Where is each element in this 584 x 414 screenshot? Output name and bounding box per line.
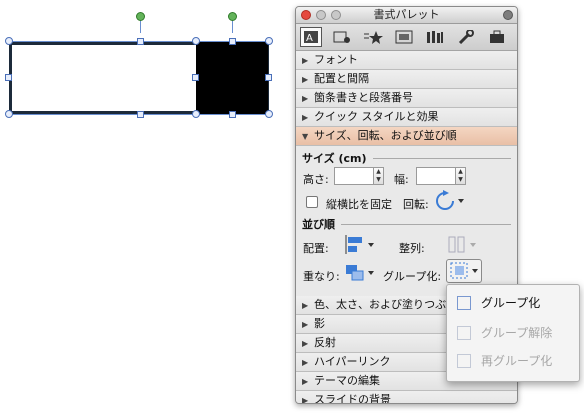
resize-handle[interactable]: [5, 110, 13, 118]
palette-titlebar[interactable]: 書式パレット: [296, 7, 517, 24]
rotate-handle[interactable]: [136, 12, 145, 21]
section-quick-styles[interactable]: ▶ クイック スタイルと効果: [296, 108, 517, 127]
width-label: 幅:: [394, 173, 409, 186]
lock-aspect-ratio-label: 縦横比を固定: [326, 198, 392, 211]
disclosure-right-icon: ▶: [302, 75, 309, 84]
section-size-rotation-order[interactable]: ▼ サイズ、回転、および並び順: [296, 127, 517, 146]
section-label: ハイパーリンク: [314, 355, 391, 368]
size-rotation-panel: サイズ (cm) 高さ: ▲ ▼ 幅: ▲ ▼ 縦横比を固定 回転: 並び順 配置:…: [296, 146, 517, 296]
section-font[interactable]: ▶ フォント: [296, 51, 517, 70]
section-label: 反射: [314, 336, 336, 349]
section-slide-background[interactable]: ▶ スライドの背景: [296, 391, 517, 404]
section-label: 色、太さ、および塗りつぶし: [314, 298, 458, 311]
disclosure-right-icon: ▶: [302, 320, 309, 329]
svg-text:A: A: [306, 33, 313, 44]
resize-handle[interactable]: [265, 74, 272, 81]
rotation-stem: [232, 20, 233, 33]
section-label: スライドの背景: [314, 393, 391, 404]
resize-handle[interactable]: [229, 111, 236, 118]
black-square-shape[interactable]: [196, 42, 268, 114]
resize-handle[interactable]: [137, 111, 144, 118]
resize-handle[interactable]: [192, 110, 200, 118]
resize-handle[interactable]: [192, 37, 200, 45]
resize-handle[interactable]: [137, 38, 144, 45]
section-label: 影: [314, 317, 325, 330]
menu-item-ungroup[interactable]: グループ解除: [447, 321, 579, 345]
minimize-icon[interactable]: [316, 10, 326, 20]
section-label: クイック スタイルと効果: [314, 110, 439, 123]
close-icon[interactable]: [301, 10, 311, 20]
lock-aspect-ratio-checkbox[interactable]: [306, 196, 318, 208]
rotation-label: 回転:: [403, 198, 429, 211]
menu-item-label: グループ化: [481, 296, 541, 310]
zoom-icon[interactable]: [331, 10, 341, 20]
divider: [372, 157, 511, 159]
align-label: 整列:: [399, 242, 425, 255]
collapse-palette-icon[interactable]: [503, 10, 513, 20]
briefcase-icon[interactable]: [486, 27, 508, 47]
disclosure-right-icon: ▶: [302, 339, 309, 348]
resize-handle[interactable]: [5, 37, 13, 45]
rotation-stem: [140, 20, 141, 33]
regroup-icon: [457, 354, 471, 368]
order-label: 重なり:: [303, 270, 340, 283]
disclosure-right-icon: ▶: [302, 358, 309, 367]
menu-item-regroup[interactable]: 再グループ化: [447, 349, 579, 373]
arrange-heading: 並び順: [296, 212, 517, 232]
section-label: サイズ、回転、および並び順: [314, 129, 457, 142]
position-label: 配置:: [303, 242, 329, 255]
arrange-heading-label: 並び順: [302, 218, 335, 231]
divider: [341, 223, 511, 225]
resize-handle[interactable]: [5, 74, 12, 81]
disclosure-right-icon: ▶: [302, 113, 309, 122]
menu-item-group[interactable]: グループ化: [447, 291, 579, 315]
palette-toolbar: A: [296, 24, 517, 51]
rotate-handle[interactable]: [228, 12, 237, 21]
width-stepper[interactable]: ▲ ▼: [455, 167, 466, 185]
menu-item-label: 再グループ化: [481, 354, 553, 368]
section-label: 配置と間隔: [314, 72, 369, 85]
disclosure-right-icon: ▶: [302, 94, 309, 103]
size-heading: サイズ (cm): [296, 146, 517, 166]
disclosure-right-icon: ▶: [302, 377, 309, 386]
height-field[interactable]: ▲ ▼: [334, 167, 384, 185]
bullets-star-icon[interactable]: [362, 27, 384, 47]
height-label: 高さ:: [303, 173, 329, 186]
menu-item-label: グループ解除: [481, 326, 553, 340]
group-popup-menu: グループ化 グループ解除 再グループ化: [446, 284, 580, 382]
section-bullets-numbering[interactable]: ▶ 箇条書きと段落番号: [296, 89, 517, 108]
resize-handle[interactable]: [265, 110, 273, 118]
tools-icon[interactable]: [455, 27, 477, 47]
section-label: テーマの編集: [314, 374, 380, 387]
section-label: 箇条書きと段落番号: [314, 91, 413, 104]
group-menu-button[interactable]: [446, 259, 482, 283]
order-menu-button[interactable]: [344, 262, 376, 287]
text-format-icon[interactable]: A: [300, 27, 322, 47]
section-label: フォント: [314, 53, 358, 66]
resize-handle[interactable]: [192, 74, 199, 81]
disclosure-right-icon: ▶: [302, 396, 309, 404]
group-icon: [457, 296, 471, 310]
disclosure-down-icon: ▼: [302, 132, 309, 141]
palette-title: 書式パレット: [373, 8, 440, 21]
resize-handle[interactable]: [265, 37, 273, 45]
disclosure-right-icon: ▶: [302, 301, 309, 310]
disclosure-right-icon: ▶: [302, 56, 309, 65]
picture-icon[interactable]: [331, 27, 353, 47]
width-field[interactable]: ▲ ▼: [416, 167, 466, 185]
size-heading-label: サイズ (cm): [302, 152, 367, 165]
resize-handle[interactable]: [229, 38, 236, 45]
align-menu-button[interactable]: [446, 234, 478, 259]
height-stepper[interactable]: ▲ ▼: [373, 167, 384, 185]
section-alignment-spacing[interactable]: ▶ 配置と間隔: [296, 70, 517, 89]
group-label: グループ化:: [383, 270, 442, 283]
ungroup-icon: [457, 326, 471, 340]
position-menu-button[interactable]: [344, 234, 376, 259]
library-icon[interactable]: [424, 27, 446, 47]
slide-icon[interactable]: [393, 27, 415, 47]
